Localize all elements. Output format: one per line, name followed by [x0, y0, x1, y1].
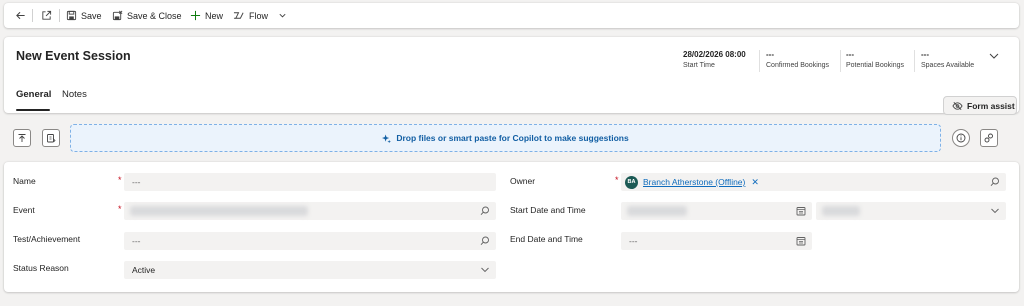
copilot-dropzone[interactable]: Drop files or smart paste for Copilot to… [70, 124, 941, 152]
redacted-value [822, 206, 860, 216]
status-reason-select[interactable]: Active [124, 261, 496, 279]
calendar-icon[interactable] [796, 236, 806, 246]
kpi-value: --- [921, 50, 929, 59]
test-achievement-value: --- [132, 236, 141, 246]
redacted-value [627, 206, 687, 216]
header-expand-chevron-icon[interactable] [988, 51, 1000, 61]
eye-off-icon [952, 101, 963, 111]
back-button[interactable] [14, 3, 26, 28]
remove-owner-icon[interactable]: ✕ [751, 177, 759, 188]
divider [759, 50, 760, 72]
test-achievement-lookup-input[interactable]: --- [124, 232, 496, 250]
kpi-label: Spaces Available [921, 62, 975, 69]
kpi-start-time: 28/02/2026 08:00 Start Time [683, 50, 746, 69]
command-bar: Save Save & Close New Flow [4, 3, 1019, 28]
kpi-label: Confirmed Bookings [766, 62, 830, 69]
settings-people-button[interactable] [980, 129, 998, 147]
start-time-select[interactable] [816, 202, 1006, 220]
end-date-value: --- [629, 236, 638, 246]
search-icon[interactable] [990, 177, 1000, 187]
redacted-value [130, 206, 308, 216]
end-date-time-label: End Date and Time [510, 234, 583, 244]
form-assist-label: Form assist [967, 100, 1015, 111]
required-indicator: * [118, 204, 122, 214]
chevron-down-icon [990, 207, 1000, 215]
chevron-down-icon [276, 10, 288, 22]
name-value: --- [132, 177, 141, 187]
divider [59, 9, 60, 22]
new-button[interactable]: New [189, 3, 223, 28]
kpi-spaces-available: --- Spaces Available [921, 50, 974, 69]
name-input[interactable]: --- [124, 173, 496, 191]
owner-link[interactable]: Branch Atherstone (Offline) [643, 177, 745, 187]
plus-icon [189, 10, 201, 22]
collapse-up-button[interactable] [13, 129, 31, 147]
kpi-potential-bookings: --- Potential Bookings [846, 50, 904, 69]
test-achievement-label: Test/Achievement [13, 234, 81, 244]
end-date-input[interactable]: --- [621, 232, 812, 250]
general-form-section: Name * --- Event * Test/Achievement --- … [4, 162, 1019, 292]
connections-icon [984, 133, 994, 143]
search-icon[interactable] [480, 236, 490, 246]
chevron-down-icon [480, 266, 490, 274]
active-tab-indicator [16, 109, 50, 111]
arrow-up-to-line-icon [17, 133, 27, 143]
flow-button[interactable]: Flow [233, 3, 288, 28]
required-indicator: * [118, 175, 122, 185]
search-icon[interactable] [480, 206, 490, 216]
arrow-left-icon [14, 10, 26, 22]
flow-label: Flow [249, 10, 269, 21]
avatar: BA [625, 175, 638, 189]
clipboard-icon [46, 133, 56, 143]
start-date-time-label: Start Date and Time [510, 205, 586, 215]
info-button[interactable] [952, 129, 970, 147]
divider [914, 50, 915, 72]
save-and-close-button[interactable]: Save & Close [111, 3, 182, 28]
tab-general[interactable]: General [16, 89, 51, 100]
kpi-value: --- [846, 50, 854, 59]
open-new-window-button[interactable] [40, 3, 52, 28]
save-close-label: Save & Close [127, 10, 182, 21]
divider [840, 50, 841, 72]
kpi-value: 28/02/2026 08:00 [683, 50, 746, 59]
calendar-icon[interactable] [796, 206, 806, 216]
info-icon [956, 133, 966, 143]
save-button[interactable]: Save [65, 3, 102, 28]
kpi-value: --- [766, 50, 774, 59]
start-date-input[interactable] [621, 202, 812, 220]
flow-icon [233, 10, 245, 22]
divider [32, 9, 33, 22]
save-close-icon [111, 10, 123, 22]
sparkle-icon [382, 133, 392, 143]
kpi-confirmed-bookings: --- Confirmed Bookings [766, 50, 829, 69]
form-header: New Event Session 28/02/2026 08:00 Start… [4, 37, 1019, 113]
save-icon [65, 10, 77, 22]
owner-label: Owner [510, 176, 536, 186]
name-label: Name [13, 176, 36, 186]
clipboard-paste-button[interactable] [42, 129, 60, 147]
form-assist-button[interactable]: Form assist [943, 96, 1017, 115]
page-title: New Event Session [16, 49, 131, 63]
event-label: Event [13, 205, 35, 215]
kpi-label: Start Time [683, 62, 715, 69]
save-label: Save [81, 10, 102, 21]
kpi-label: Potential Bookings [846, 62, 904, 69]
status-reason-label: Status Reason [13, 263, 69, 273]
required-indicator: * [615, 175, 619, 185]
tab-notes[interactable]: Notes [62, 89, 87, 100]
status-reason-value: Active [132, 265, 156, 275]
dropzone-text: Drop files or smart paste for Copilot to… [396, 133, 629, 143]
open-in-new-window-icon [40, 10, 52, 22]
new-label: New [205, 10, 224, 21]
event-lookup-input[interactable] [124, 202, 496, 220]
owner-lookup-input[interactable]: BA Branch Atherstone (Offline) ✕ [621, 173, 1006, 191]
